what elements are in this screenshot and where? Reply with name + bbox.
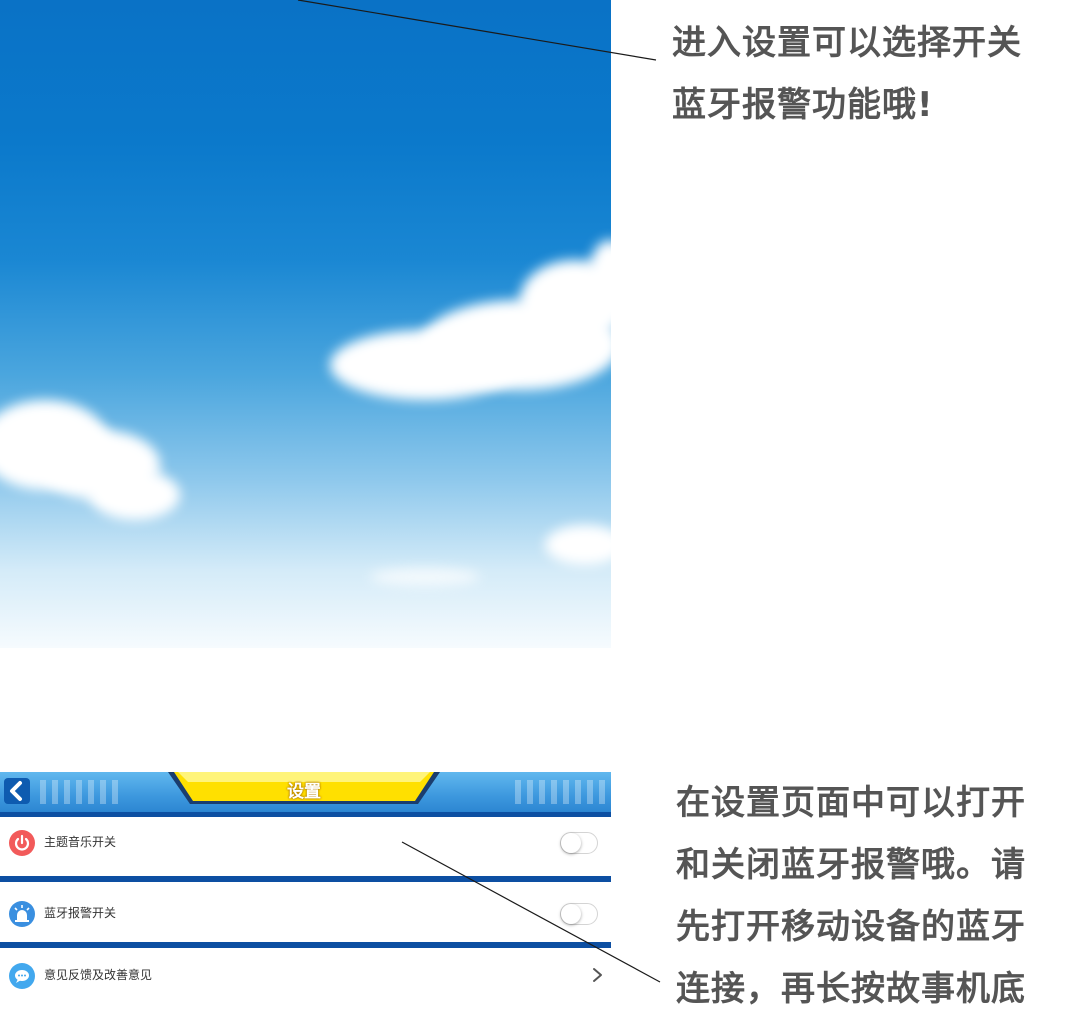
caption-line: 和关闭蓝牙报警哦。请 xyxy=(676,845,1026,885)
setting-label: 蓝牙报警开关 xyxy=(44,906,117,920)
caption-line: 蓝牙报警功能哦! xyxy=(672,85,934,125)
alarm-light-icon xyxy=(9,901,35,927)
chat-bubble-icon xyxy=(9,963,35,989)
chevron-right-icon xyxy=(593,968,602,982)
bluetooth-alarm-toggle[interactable] xyxy=(560,903,598,925)
caption-line: 连接，再长按故事机底 xyxy=(676,969,1026,1009)
header-decoration xyxy=(515,780,605,804)
caption-open-settings: 进入设置可以选择开关 蓝牙报警功能哦! xyxy=(672,12,1062,136)
page-title: 设置 xyxy=(287,782,321,802)
caption-line: 在设置页面中可以打开 xyxy=(676,783,1026,823)
setting-row-bluetooth-alarm: 蓝牙报警开关 xyxy=(0,888,611,940)
settings-page-screenshot: 设置 主题音乐开关 蓝牙报警开关 意见反馈及改善意见 xyxy=(0,772,611,1000)
power-icon xyxy=(9,830,35,856)
toggle-knob xyxy=(561,833,581,853)
row-divider xyxy=(0,876,611,882)
caption-settings-instructions: 在设置页面中可以打开 和关闭蓝牙报警哦。请 先打开移动设备的蓝牙 连接，再长按故… xyxy=(676,772,1066,1020)
header-decoration xyxy=(40,780,120,804)
theme-music-toggle[interactable] xyxy=(560,832,598,854)
setting-label: 意见反馈及改善意见 xyxy=(44,968,153,982)
caption-line: 先打开移动设备的蓝牙 xyxy=(676,907,1026,947)
row-divider xyxy=(0,942,611,948)
setting-row-feedback[interactable]: 意见反馈及改善意见 xyxy=(0,950,611,1000)
settings-header: 设置 xyxy=(0,772,611,817)
settings-title-tab: 设置 xyxy=(168,772,440,806)
back-button[interactable] xyxy=(4,778,30,804)
chevron-left-icon xyxy=(10,781,22,801)
caption-line: 进入设置可以选择开关 xyxy=(672,23,1022,63)
setting-label: 主题音乐开关 xyxy=(44,835,117,849)
app-home-screenshot xyxy=(0,0,611,648)
setting-row-theme-music: 主题音乐开关 xyxy=(0,817,611,869)
toggle-knob xyxy=(561,904,581,924)
